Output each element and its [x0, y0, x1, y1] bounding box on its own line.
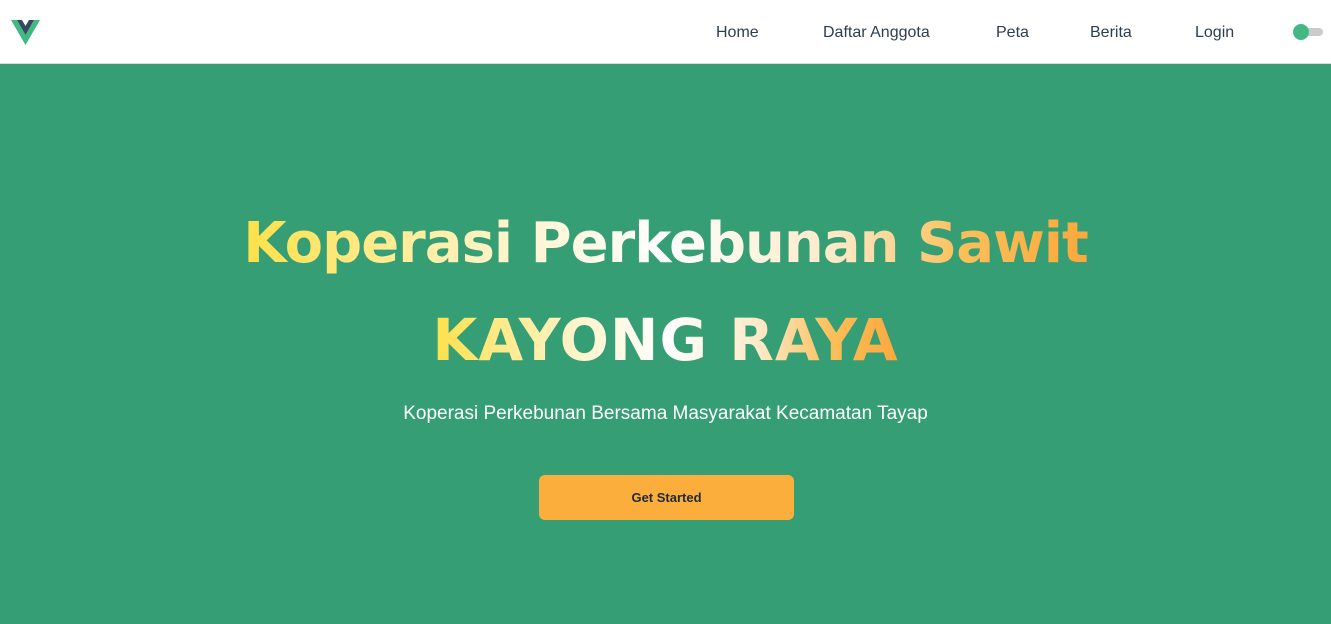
theme-toggle-switch[interactable]	[1293, 24, 1323, 40]
toggle-knob	[1293, 24, 1309, 40]
hero-title-secondary: KAYONG RAYA	[0, 300, 1331, 380]
hero-section: Koperasi Perkebunan Sawit KAYONG RAYA Ko…	[0, 64, 1331, 624]
hero-title-line2: KAYONG RAYA	[428, 306, 902, 374]
navbar: Home Daftar Anggota Peta Berita Login	[0, 0, 1331, 64]
nav-link-berita[interactable]: Berita	[1090, 23, 1132, 43]
hero-title: Koperasi Perkebunan Sawit	[0, 204, 1331, 284]
nav-link-login[interactable]: Login	[1195, 23, 1234, 43]
hero-title-line1: Koperasi Perkebunan Sawit	[239, 211, 1092, 276]
nav-link-daftar-anggota[interactable]: Daftar Anggota	[823, 23, 930, 43]
vue-logo-icon[interactable]	[11, 20, 40, 45]
nav-link-peta[interactable]: Peta	[996, 23, 1029, 43]
hero-subtitle: Koperasi Perkebunan Bersama Masyarakat K…	[403, 403, 928, 424]
get-started-button[interactable]: Get Started	[539, 475, 794, 520]
nav-link-home[interactable]: Home	[716, 23, 759, 43]
